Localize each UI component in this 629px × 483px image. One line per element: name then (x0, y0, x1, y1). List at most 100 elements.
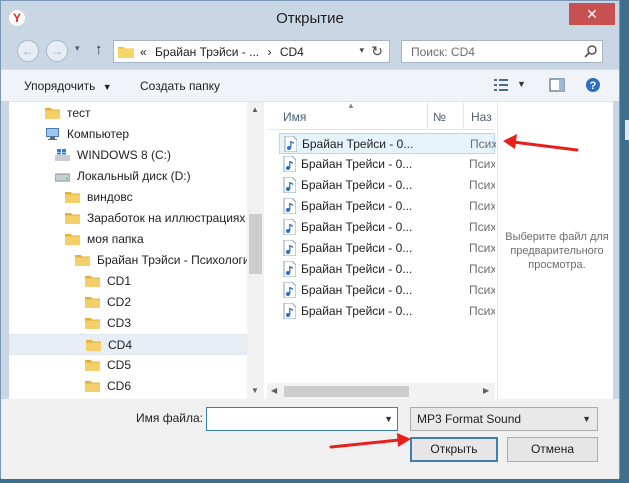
tree-scrollbar[interactable]: ▲ ▼ (247, 102, 264, 400)
file-type-select[interactable]: MP3 Format Sound ▼ (410, 407, 598, 431)
file-row[interactable]: Брайан Трейси - 0... Психо (279, 217, 495, 238)
tree-item[interactable]: Заработок на иллюстрациях и (9, 208, 247, 229)
preview-pane-icon[interactable] (549, 77, 565, 93)
file-row[interactable]: Брайан Трейси - 0... Психо (279, 154, 495, 175)
forward-button[interactable]: → (46, 40, 68, 62)
file-name: Брайан Трейси - 0... (301, 220, 413, 234)
column-divider[interactable] (463, 102, 464, 130)
up-button[interactable]: ↑ (95, 41, 103, 58)
folder-icon (85, 318, 100, 329)
breadcrumb-item[interactable]: CD4 (280, 45, 304, 59)
file-list: ▲ Имя № Наз Брайан Трейси - 0... Психо Бра… (267, 101, 496, 400)
file-name: Брайан Трейси - 0... (301, 262, 413, 276)
organize-button[interactable]: Упорядочить ▼ (24, 79, 112, 93)
title-bar: Y Открытие ✕ (1, 1, 619, 35)
tree-item[interactable]: CD6 (9, 376, 247, 397)
column-header-name[interactable]: Имя (283, 110, 306, 124)
tree-item[interactable]: CD3 (9, 313, 247, 334)
recent-locations-dropdown-icon[interactable]: ▾ (75, 43, 80, 54)
tree-item[interactable]: тест (9, 103, 247, 124)
tree-item[interactable]: WINDOWS 8 (C:) (9, 145, 247, 166)
breadcrumb-overflow[interactable]: « (140, 45, 147, 59)
sort-ascending-icon: ▲ (347, 101, 355, 110)
column-header-number[interactable]: № (433, 110, 446, 124)
tree-item[interactable]: CD5 (9, 355, 247, 376)
audio-file-icon (283, 156, 296, 172)
tree-item[interactable]: Брайан Трэйси - Психология (9, 250, 247, 271)
help-icon[interactable]: ? (585, 77, 601, 93)
file-row[interactable]: Брайан Трейси - 0... Психо (279, 196, 495, 217)
tree-item-label: Брайан Трэйси - Психология (97, 253, 247, 267)
audio-file-icon (283, 177, 296, 193)
file-row[interactable]: Брайан Трейси - 0... Психо (279, 280, 495, 301)
file-row[interactable]: Брайан Трейси - 0... Психо (279, 238, 495, 259)
cancel-button[interactable]: Отмена (507, 437, 598, 462)
file-name: Брайан Трейси - 0... (301, 304, 413, 318)
close-button[interactable]: ✕ (569, 3, 615, 25)
scroll-thumb[interactable] (249, 214, 262, 274)
filename-dropdown-icon[interactable]: ▼ (384, 414, 393, 424)
file-row[interactable]: Брайан Трейси - 0... Психо (279, 175, 495, 196)
scroll-up-icon[interactable]: ▲ (251, 105, 259, 114)
tree-item[interactable]: виндовс (9, 187, 247, 208)
tree-item[interactable]: CD1 (9, 271, 247, 292)
tree-item[interactable]: моя папка (9, 229, 247, 250)
audio-file-icon (284, 136, 297, 152)
tree-item[interactable]: CD4 (9, 334, 247, 355)
command-toolbar: Упорядочить ▼ Создать папку ▼ ? (1, 69, 619, 101)
view-dropdown-icon[interactable]: ▼ (517, 79, 526, 89)
breadcrumb-item[interactable]: Брайан Трэйси - ... (155, 45, 259, 59)
tree-item-label: Компьютер (67, 127, 130, 141)
folder-icon (75, 255, 90, 266)
view-options-icon[interactable] (493, 77, 509, 93)
column-divider[interactable] (427, 102, 428, 130)
address-bar[interactable]: « Брайан Трэйси - ... › CD4 ▾ ↻ (113, 40, 390, 63)
folder-icon (85, 297, 100, 308)
svg-text:?: ? (590, 80, 597, 92)
address-dropdown-icon[interactable]: ▾ (359, 45, 364, 56)
navigation-tree: тест Компьютер WINDOWS 8 (C:) Локальный дис… (9, 102, 247, 400)
file-name: Брайан Трейси - 0... (301, 199, 413, 213)
breadcrumb-separator-icon[interactable]: › (267, 45, 271, 59)
filename-label: Имя файла: (136, 411, 203, 425)
folder-icon (65, 192, 80, 203)
file-name: Брайан Трейси - 0... (302, 137, 414, 151)
tree-item[interactable]: CD2 (9, 292, 247, 313)
new-folder-button[interactable]: Создать папку (140, 79, 220, 93)
tree-item[interactable]: Локальный диск (D:) (9, 166, 247, 187)
dialog-title: Открытие (276, 10, 344, 27)
column-header-title[interactable]: Наз (471, 110, 492, 124)
tree-item-label: тест (67, 106, 91, 120)
folder-icon (65, 234, 80, 245)
tree-item-label: Заработок на иллюстрациях и (87, 211, 247, 225)
file-row[interactable]: Брайан Трейси - 0... Психо (279, 301, 495, 322)
preview-placeholder: Выберите файл для предварительного просм… (505, 231, 609, 271)
scroll-left-icon[interactable]: ◀ (271, 386, 277, 395)
file-title: Психо (469, 199, 495, 213)
file-title: Психо (469, 220, 495, 234)
tree-item-label: Локальный диск (D:) (77, 169, 191, 183)
file-name: Брайан Трейси - 0... (301, 283, 413, 297)
file-title: Психо (469, 241, 495, 255)
file-name: Брайан Трейси - 0... (301, 241, 413, 255)
column-header-row: ▲ Имя № Наз (267, 101, 495, 130)
folder-icon (85, 276, 100, 287)
file-row[interactable]: Брайан Трейси - 0... Психо (279, 133, 496, 154)
file-type-value: MP3 Format Sound (417, 412, 522, 426)
file-list-scrollbar[interactable]: ◀ ▶ (267, 383, 495, 400)
scroll-down-icon[interactable]: ▼ (251, 386, 259, 395)
annotation-arrow-icon (329, 433, 411, 449)
folder-icon (85, 360, 100, 371)
filename-input[interactable]: ▼ (206, 407, 398, 431)
windows-drive-icon (55, 149, 70, 161)
organize-label: Упорядочить (24, 79, 96, 93)
search-input[interactable]: Поиск: CD4 (401, 40, 603, 63)
navigation-bar: ← → ▾ ↑ « Брайан Трэйси - ... › CD4 ▾ ↻ … (1, 35, 619, 69)
open-button[interactable]: Открыть (410, 437, 498, 462)
back-button[interactable]: ← (17, 40, 39, 62)
file-row[interactable]: Брайан Трейси - 0... Психо (279, 259, 495, 280)
refresh-icon[interactable]: ↻ (371, 43, 383, 60)
scroll-thumb[interactable] (284, 386, 409, 397)
scroll-right-icon[interactable]: ▶ (483, 386, 489, 395)
tree-item[interactable]: Компьютер (9, 124, 247, 145)
